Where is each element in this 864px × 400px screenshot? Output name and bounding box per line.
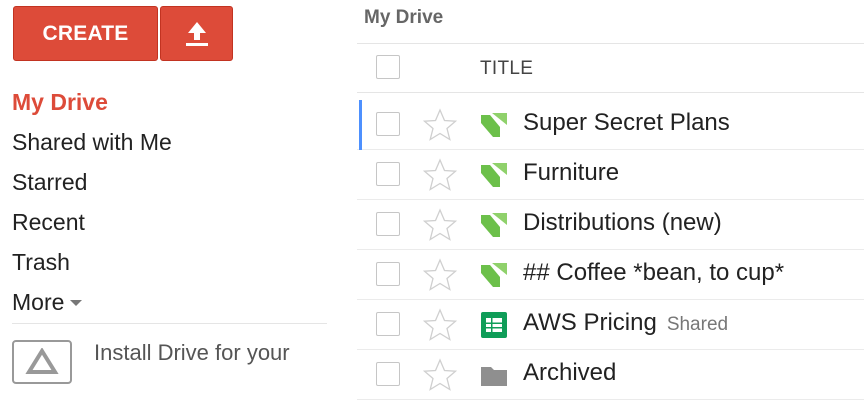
more-label: More	[12, 289, 65, 315]
file-name[interactable]: AWS Pricing Shared	[523, 309, 728, 337]
sidebar-item-recent[interactable]: Recent	[12, 202, 172, 242]
file-row[interactable]: Furniture	[357, 150, 864, 200]
star-outline-icon[interactable]	[423, 258, 457, 292]
sidebar: CREATE My Drive Shared with Me Starred R…	[0, 0, 335, 384]
select-all-checkbox[interactable]	[376, 55, 400, 79]
row-checkbox[interactable]	[376, 362, 400, 386]
file-list-panel: My Drive TITLE Super Secret Plans Furnit…	[357, 0, 864, 400]
star-outline-icon[interactable]	[423, 208, 457, 242]
file-name[interactable]: Furniture	[523, 159, 619, 187]
file-row[interactable]: AWS Pricing Shared	[357, 300, 864, 350]
sidebar-item-my-drive[interactable]: My Drive	[12, 82, 172, 122]
create-button[interactable]: CREATE	[13, 6, 158, 61]
star-outline-icon[interactable]	[423, 358, 457, 392]
row-checkbox[interactable]	[376, 112, 400, 136]
folder-icon	[481, 367, 507, 386]
file-name[interactable]: Super Secret Plans	[523, 109, 730, 137]
file-row[interactable]: Archived	[357, 350, 864, 400]
sidebar-item-trash[interactable]: Trash	[12, 242, 172, 282]
file-name[interactable]: Distributions (new)	[523, 209, 722, 237]
spreadsheet-file-icon	[481, 312, 507, 338]
column-title-header[interactable]: TITLE	[480, 58, 533, 80]
sidebar-divider	[12, 323, 327, 324]
row-checkbox[interactable]	[376, 312, 400, 336]
doc-file-icon	[481, 163, 507, 187]
breadcrumb: My Drive	[364, 7, 444, 28]
upload-button[interactable]	[160, 6, 233, 61]
star-outline-icon[interactable]	[423, 108, 457, 142]
star-outline-icon[interactable]	[423, 308, 457, 342]
shared-badge: Shared	[666, 314, 729, 335]
sidebar-item-shared-with-me[interactable]: Shared with Me	[12, 122, 172, 162]
sidebar-item-starred[interactable]: Starred	[12, 162, 172, 202]
file-name[interactable]: ## Coffee *bean, to cup*	[523, 259, 784, 287]
row-checkbox[interactable]	[376, 162, 400, 186]
doc-file-icon	[481, 113, 507, 137]
row-checkbox[interactable]	[376, 262, 400, 286]
install-drive-link[interactable]: Install Drive for your	[94, 340, 290, 366]
file-row[interactable]: Super Secret Plans	[357, 100, 864, 150]
row-checkbox[interactable]	[376, 212, 400, 236]
sidebar-nav: My Drive Shared with Me Starred Recent T…	[12, 82, 172, 322]
upload-arrow-icon	[185, 21, 208, 46]
doc-file-icon	[481, 213, 507, 237]
star-outline-icon[interactable]	[423, 158, 457, 192]
drive-logo-icon	[12, 340, 72, 384]
caret-down-icon	[70, 299, 83, 306]
doc-file-icon	[481, 263, 507, 287]
file-row[interactable]: Distributions (new)	[357, 200, 864, 250]
file-name[interactable]: Archived	[523, 359, 616, 387]
file-list-header: TITLE	[357, 43, 864, 93]
file-row[interactable]: ## Coffee *bean, to cup*	[357, 250, 864, 300]
sidebar-item-more[interactable]: More	[12, 282, 172, 322]
